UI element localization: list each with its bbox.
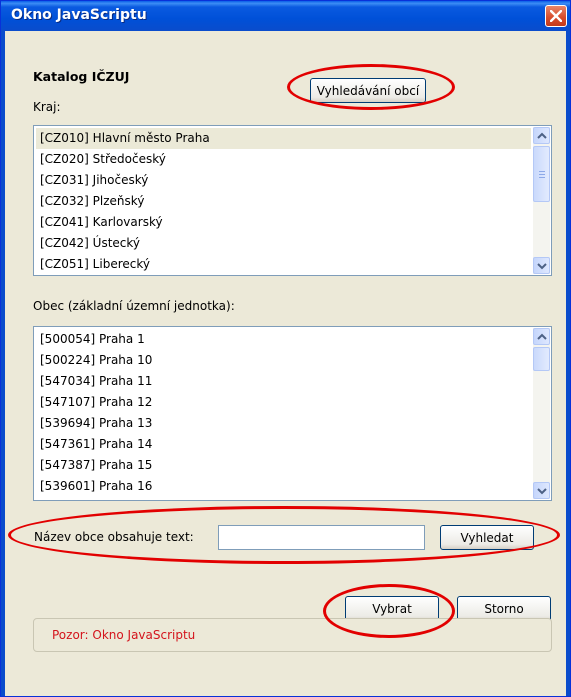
municipality-scrollbar[interactable] xyxy=(533,328,550,499)
search-button[interactable]: Vyhledat xyxy=(440,525,534,550)
list-item[interactable]: [CZ010] Hlavní město Praha xyxy=(36,128,531,149)
scroll-down-button[interactable] xyxy=(533,482,550,499)
warning-text: Pozor: Okno JavaScriptu xyxy=(52,628,196,642)
chevron-down-icon xyxy=(537,488,547,495)
warning-box: Pozor: Okno JavaScriptu xyxy=(33,618,552,652)
municipality-label: Obec (základní územní jednotka): xyxy=(33,299,235,313)
close-button[interactable] xyxy=(545,5,567,27)
search-input[interactable] xyxy=(218,525,425,550)
chevron-down-icon xyxy=(537,263,547,270)
scroll-down-button[interactable] xyxy=(533,257,550,274)
list-item[interactable]: [CZ032] Plzeňský xyxy=(36,191,531,212)
window-title: Okno JavaScriptu xyxy=(11,7,147,23)
list-item[interactable]: [CZ031] Jihočeský xyxy=(36,170,531,191)
region-listbox[interactable]: [CZ010] Hlavní město Praha [CZ020] Středo… xyxy=(33,125,552,276)
list-item[interactable]: [547174] Praha 17 xyxy=(36,497,531,500)
region-list: [CZ010] Hlavní město Praha [CZ020] Středo… xyxy=(36,128,531,276)
list-item[interactable]: [CZ020] Středočeský xyxy=(36,149,531,170)
scroll-thumb[interactable] xyxy=(533,347,550,371)
list-item[interactable]: [CZ051] Liberecký xyxy=(36,254,531,275)
list-item[interactable]: [539601] Praha 16 xyxy=(36,476,531,497)
list-item[interactable]: [547034] Praha 11 xyxy=(36,371,531,392)
list-item[interactable]: [547107] Praha 12 xyxy=(36,392,531,413)
list-item[interactable]: [CZ042] Ústecký xyxy=(36,233,531,254)
scroll-up-button[interactable] xyxy=(533,127,550,144)
list-item[interactable]: [500054] Praha 1 xyxy=(36,329,531,350)
window-frame-left xyxy=(1,31,5,696)
scroll-thumb[interactable] xyxy=(533,146,550,202)
title-bar[interactable]: Okno JavaScriptu xyxy=(1,1,570,31)
municipality-listbox[interactable]: [500054] Praha 1 [500224] Praha 10 [547034… xyxy=(33,326,552,501)
scroll-up-button[interactable] xyxy=(533,328,550,345)
list-item[interactable]: [CZ041] Karlovarský xyxy=(36,212,531,233)
list-item[interactable]: [539694] Praha 13 xyxy=(36,413,531,434)
region-scrollbar[interactable] xyxy=(533,127,550,274)
list-item[interactable]: [500224] Praha 10 xyxy=(36,350,531,371)
chevron-up-icon xyxy=(537,333,547,340)
region-label: Kraj: xyxy=(33,100,61,114)
close-icon xyxy=(550,10,562,22)
catalog-heading: Katalog IČZUJ xyxy=(33,69,130,84)
search-label: Název obce obsahuje text: xyxy=(34,530,194,544)
list-item[interactable]: [547361] Praha 14 xyxy=(36,434,531,455)
chevron-up-icon xyxy=(537,132,547,139)
window-frame-right xyxy=(566,31,570,696)
municipality-list: [500054] Praha 1 [500224] Praha 10 [547034… xyxy=(36,329,531,500)
javascript-dialog: Okno JavaScriptu Katalog IČZUJ Vyhledává… xyxy=(0,0,571,697)
list-item[interactable]: [547387] Praha 15 xyxy=(36,455,531,476)
list-item[interactable]: [CZ052] Královéhradecký xyxy=(36,275,531,276)
search-municipalities-button[interactable]: Vyhledávání obcí xyxy=(310,78,426,103)
